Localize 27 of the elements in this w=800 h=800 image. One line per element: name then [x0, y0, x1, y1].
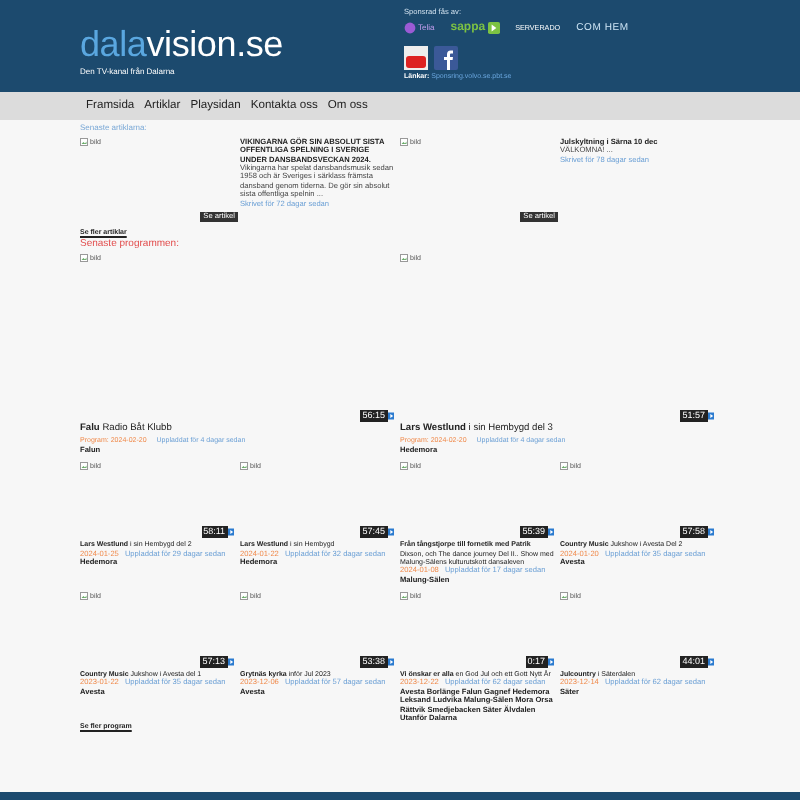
play-icon[interactable]	[707, 410, 714, 422]
facebook-icon[interactable]	[434, 46, 458, 70]
broken-image-icon	[400, 592, 408, 601]
play-icon[interactable]	[707, 526, 714, 539]
broken-image-icon	[400, 254, 408, 262]
youtube-icon[interactable]	[404, 46, 428, 70]
sponsor-icon	[487, 22, 500, 34]
broken-image-icon	[240, 462, 248, 471]
broken-image-icon	[560, 462, 568, 471]
play-icon[interactable]	[227, 526, 234, 539]
broken-image-icon	[240, 592, 248, 601]
broken-image-icon	[80, 462, 88, 471]
broken-image-icon	[400, 138, 408, 146]
site-logo[interactable]: dalavision.se	[80, 24, 283, 64]
broken-image-icon	[400, 462, 408, 471]
play-icon[interactable]	[387, 656, 394, 669]
play-icon[interactable]	[227, 656, 234, 669]
broken-image-icon	[560, 592, 568, 601]
play-icon[interactable]	[387, 410, 394, 422]
play-icon[interactable]	[387, 526, 394, 539]
sponsor-icon	[404, 22, 416, 34]
play-icon[interactable]	[547, 656, 554, 669]
broken-image-icon	[80, 254, 88, 262]
broken-image-icon	[80, 592, 88, 601]
play-icon[interactable]	[547, 526, 554, 539]
broken-image-icon	[80, 138, 88, 146]
play-icon[interactable]	[707, 656, 714, 669]
